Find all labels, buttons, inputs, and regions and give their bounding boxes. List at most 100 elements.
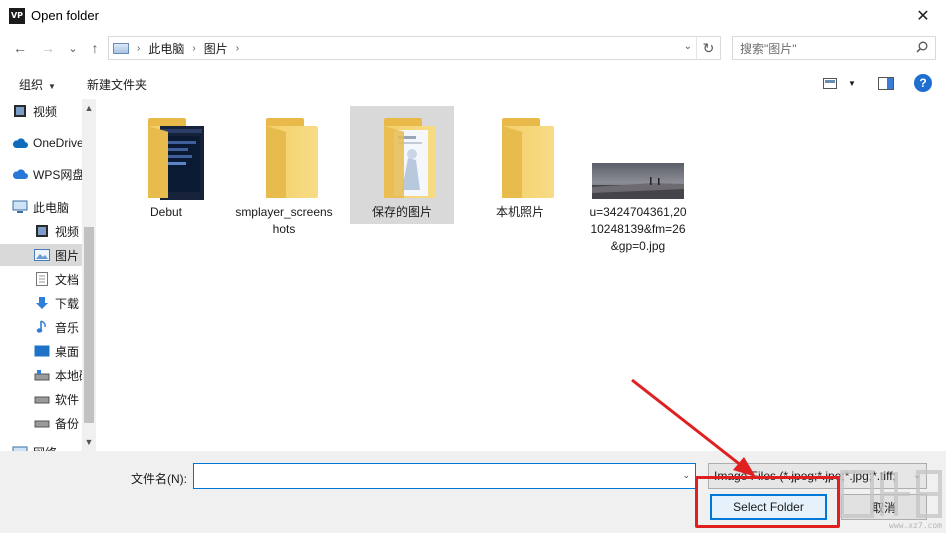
sidebar-item-label: 桌面 — [55, 344, 80, 359]
preview-pane-icon[interactable] — [878, 77, 894, 90]
annotation-highlight-box — [695, 476, 840, 528]
sidebar-item-label: 音乐 — [55, 320, 80, 335]
breadcrumb-separator[interactable]: › — [192, 43, 195, 54]
file-item-saved-pictures[interactable]: 保存的图片 — [350, 106, 454, 224]
pc-icon — [113, 42, 129, 54]
file-name: u=3424704361,2010248139&fm=26&gp=0.jpg — [589, 205, 687, 253]
sidebar-item-videos-pc[interactable]: 视频 — [0, 220, 82, 242]
network-icon — [12, 444, 28, 451]
search-icon[interactable] — [916, 41, 928, 53]
download-icon — [34, 295, 50, 311]
up-button[interactable]: ↑ — [85, 38, 105, 58]
close-button[interactable]: ✕ — [900, 0, 946, 31]
search-input[interactable]: 搜索"图片" — [732, 36, 936, 60]
address-bar[interactable]: › 此电脑 › 图片 › ⌄ ↻ — [108, 36, 721, 60]
folder-icon — [232, 106, 336, 204]
sidebar-item-label: 下载 — [55, 296, 80, 311]
organize-label: 组织 — [19, 78, 44, 92]
sidebar-item-label: 图片 — [55, 248, 80, 263]
drive-icon — [34, 415, 50, 431]
image-thumbnail — [586, 106, 690, 204]
wps-cloud-icon — [12, 166, 28, 182]
sidebar-item-local-disk[interactable]: 本地磁盘 — [0, 364, 82, 386]
file-item-image-jpg[interactable]: u=3424704361,2010248139&fm=26&gp=0.jpg — [586, 106, 690, 255]
sidebar-item-pictures[interactable]: 图片 — [0, 244, 82, 266]
navigation-bar: ← → ⌄ ↑ › 此电脑 › 图片 › ⌄ ↻ 搜索"图片" — [0, 33, 946, 63]
breadcrumb-separator: › — [137, 42, 141, 54]
file-name: Debut — [149, 205, 183, 219]
sidebar-item-wps-cloud[interactable]: WPS网盘 — [12, 163, 82, 185]
new-folder-button[interactable]: 新建文件夹 — [87, 76, 147, 93]
video-icon — [34, 223, 50, 239]
chevron-down-icon: ▼ — [48, 82, 56, 91]
file-item-smplayer-screenshots[interactable]: smplayer_screenshots — [232, 106, 336, 238]
recent-locations-button[interactable]: ⌄ — [63, 38, 83, 58]
sidebar-item-desktop[interactable]: 桌面 — [0, 340, 82, 362]
site-watermark: www.xz7.com — [836, 466, 946, 533]
sidebar-item-label: 视频 — [33, 104, 58, 119]
sidebar-item-label: WPS网盘 — [33, 167, 82, 182]
folder-icon — [114, 106, 218, 204]
sidebar-item-onedrive[interactable]: OneDrive — [12, 132, 82, 154]
music-icon — [34, 319, 50, 335]
sidebar-item-label: 文档 — [55, 272, 80, 287]
help-icon[interactable]: ? — [914, 74, 932, 92]
breadcrumb-this-pc[interactable]: 此电脑 — [148, 40, 184, 57]
file-name: smplayer_screenshots — [235, 205, 333, 236]
file-name: 本机照片 — [495, 205, 544, 219]
sidebar-item-label: 视频 — [55, 224, 80, 239]
sidebar-item-label: 软件 — [55, 392, 80, 407]
sidebar-item-label: 此电脑 — [33, 200, 70, 215]
sidebar-item-documents[interactable]: 文档 — [0, 268, 82, 290]
scroll-thumb[interactable] — [84, 227, 94, 423]
scroll-up-button[interactable]: ▲ — [82, 101, 96, 115]
navigation-pane: 视频 OneDrive WPS网盘 此电脑 视频 图片 文档 下载 音乐 桌面 … — [0, 99, 96, 451]
refresh-button[interactable]: ↻ — [696, 37, 720, 59]
sidebar-item-label: 网络 — [33, 444, 57, 452]
pictures-icon — [34, 247, 50, 263]
scroll-down-button[interactable]: ▼ — [82, 435, 96, 449]
breadcrumb-pictures[interactable]: 图片 — [204, 40, 228, 57]
desktop-icon — [34, 343, 50, 359]
sidebar-item-software-drive[interactable]: 软件 — [0, 388, 82, 410]
video-icon — [12, 103, 28, 119]
document-icon — [34, 271, 50, 287]
file-item-debut[interactable]: Debut — [114, 106, 218, 221]
forward-button[interactable]: → — [38, 38, 58, 58]
sidebar-item-this-pc[interactable]: 此电脑 — [12, 196, 82, 218]
sidebar-item-backup-drive[interactable]: 备份 — [0, 412, 82, 434]
organize-menu[interactable]: 组织 ▼ — [19, 76, 56, 93]
search-placeholder: 搜索"图片" — [740, 41, 797, 56]
view-mode-icon[interactable] — [823, 78, 837, 89]
app-logo-icon: VP — [9, 7, 25, 24]
window-title: Open folder — [31, 8, 99, 23]
sidebar-item-music[interactable]: 音乐 — [0, 316, 82, 338]
watermark-url: www.xz7.com — [889, 521, 942, 530]
back-button[interactable]: ← — [10, 38, 30, 58]
folder-icon — [468, 106, 572, 204]
command-toolbar: 组织 ▼ 新建文件夹 ▼ ? — [0, 70, 946, 98]
watermark-logo-icon — [840, 470, 942, 518]
sidebar-item-label: 本地磁盘 — [55, 368, 82, 383]
sidebar-item-network[interactable]: 网络 — [12, 441, 82, 451]
file-item-camera-roll[interactable]: 本机照片 — [468, 106, 572, 221]
sidebar-item-downloads[interactable]: 下载 — [0, 292, 82, 314]
title-bar: VP Open folder ✕ — [0, 0, 946, 31]
address-history-dropdown[interactable]: ⌄ — [684, 41, 692, 52]
sidebar-item-videos[interactable]: 视频 — [12, 100, 82, 122]
cloud-icon — [12, 135, 28, 151]
view-options-dropdown[interactable]: ▼ — [848, 79, 856, 88]
file-list-view: Debut smplayer_screenshots 保存的图片 本机照片 u=… — [96, 99, 946, 451]
sidebar-item-label: OneDrive — [33, 136, 82, 150]
filename-input[interactable]: ⌄ — [193, 463, 696, 489]
file-name: 保存的图片 — [371, 205, 432, 219]
drive-icon — [34, 367, 50, 383]
sidebar-scrollbar[interactable]: ▲ ▼ — [82, 99, 96, 451]
chevron-down-icon[interactable]: ⌄ — [682, 470, 690, 481]
sidebar-item-label: 备份 — [55, 416, 80, 431]
drive-icon — [34, 391, 50, 407]
filename-label: 文件名(N): — [131, 472, 187, 486]
folder-icon — [350, 106, 454, 204]
computer-icon — [12, 199, 28, 215]
breadcrumb-separator[interactable]: › — [236, 43, 239, 54]
